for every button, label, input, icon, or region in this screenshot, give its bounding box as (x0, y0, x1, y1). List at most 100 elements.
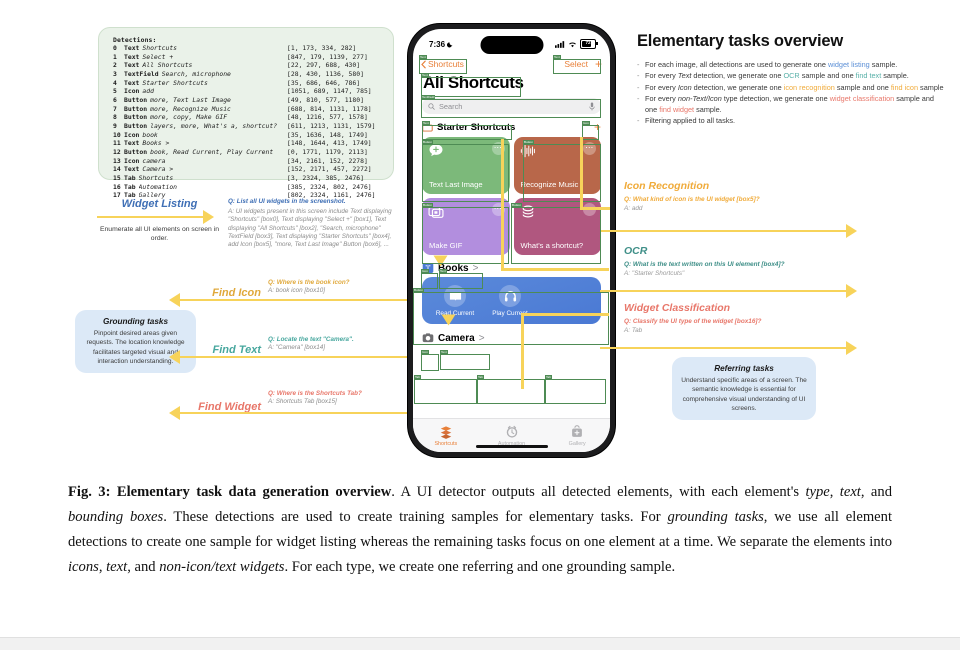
widget-classification-arrow (600, 347, 848, 349)
ocr-question: Q: What is the text written on this UI e… (624, 261, 785, 268)
ocr-block: OCR Q: What is the text written on this … (624, 245, 934, 278)
wifi-icon (569, 41, 576, 47)
detection-type: Button (124, 147, 148, 156)
detection-text: Shortcuts (138, 173, 174, 182)
detection-row: 10 Icon book [35, 1636, 148, 1749] (113, 131, 383, 140)
starter-shortcuts-title: Starter Shortcuts (437, 121, 516, 133)
detection-row: 7 Button more, Recognize Music [688, 814, 1… (113, 105, 383, 114)
tab-gallery-label: Gallery (568, 440, 586, 447)
home-indicator (475, 445, 548, 448)
overview-bullet: Filtering applied to all tasks. (637, 116, 947, 127)
detection-bbox: [22, 297, 688, 430] (287, 61, 361, 70)
detection-row: 13 Icon camera [34, 2161, 152, 2278] (113, 157, 383, 166)
chevron-left-icon (421, 60, 426, 68)
icon-recognition-question: Q: What kind of icon is the UI widget [b… (624, 196, 760, 203)
caption-it-4: grounding tasks (667, 509, 764, 525)
caption-body-4: . These detections are used to create tr… (163, 509, 668, 525)
book-icon (422, 263, 434, 273)
book-action-icon (444, 285, 466, 307)
caption-body-2: , (829, 484, 840, 500)
back-button[interactable]: Shortcuts (421, 59, 464, 69)
figure-area: Detections: 0 Text Shortcuts [1, 173, 334, … (0, 0, 960, 470)
find-text-arrow (180, 356, 415, 358)
detection-bbox: [148, 1644, 413, 1749] (287, 139, 372, 148)
detection-row: 16 Tab Automation [385, 2324, 802, 2476] (113, 183, 383, 192)
detection-index: 13 (113, 156, 121, 165)
widget-listing-block: Widget Listing Enumerate all UI elements… (97, 198, 222, 244)
widget-listing-arrow-line (97, 216, 205, 218)
books-chevron: > (472, 262, 479, 274)
tab-shortcuts[interactable]: Shortcuts (413, 419, 479, 452)
search-field[interactable]: Search (422, 98, 601, 114)
detection-type: Button (124, 113, 148, 122)
search-placeholder: Search (439, 101, 463, 111)
detection-text: camera (142, 156, 166, 165)
detection-bbox: [385, 2324, 802, 2476] (287, 182, 372, 191)
caption-it-5: icons (68, 559, 99, 575)
detection-text: Select + (142, 52, 174, 61)
detection-type: Text (124, 61, 140, 70)
microphone-icon (589, 101, 595, 110)
overview-bullet: For each image, all detections are used … (637, 60, 947, 71)
detection-index: 14 (113, 165, 121, 174)
detection-row: 14 Text Camera > [152, 2171, 457, 2272] (113, 165, 383, 174)
select-button[interactable]: Select (564, 59, 588, 69)
detection-type: Icon (124, 156, 140, 165)
detection-type: Icon (124, 87, 140, 96)
detection-text: Automation (138, 182, 178, 191)
headphones-action-icon (499, 285, 521, 307)
shortcut-card[interactable]: ⋯ Make GIF (422, 198, 510, 255)
widget-classification-arrow-head (846, 341, 857, 355)
detection-bbox: [3, 2324, 385, 2476] (287, 173, 364, 182)
overview-bullet: For every Icon detection, we generate on… (637, 83, 947, 94)
camera-icon (422, 333, 434, 343)
detection-type: Text (124, 165, 140, 174)
detection-index: 3 (113, 69, 117, 78)
detection-type: Tab (124, 173, 136, 182)
ocr-arrow-head (846, 284, 857, 298)
caption-body-6: , (98, 559, 107, 575)
route-line-vertical-c (521, 313, 524, 389)
detection-text: layers, more, What's a, shortcut? (150, 121, 278, 130)
gallery-icon (572, 424, 583, 437)
layers-icon (520, 205, 536, 224)
shortcut-card[interactable]: ⋯ Text Last Image (422, 137, 510, 194)
detection-label-16: Tab (477, 375, 484, 380)
detection-index: 9 (113, 121, 117, 130)
tab-shortcuts-label: Shortcuts (434, 440, 458, 447)
grounding-tasks-title: Grounding tasks (102, 317, 169, 326)
widget-listing-arrow-head (203, 210, 214, 224)
detection-index: 7 (113, 104, 117, 113)
detection-box-16: Tab (477, 375, 545, 404)
section-add-button[interactable]: + (594, 120, 601, 134)
detection-bbox: [48, 1216, 577, 1578] (287, 113, 368, 122)
read-current-action[interactable]: Read Current (432, 285, 478, 317)
card-more-button[interactable]: ⋯ (583, 142, 596, 155)
caption-it-1: type (805, 484, 830, 500)
widget-listing-answer: A: UI widgets present in this screen inc… (228, 208, 392, 249)
camera-header[interactable]: Camera > (413, 324, 610, 347)
detection-bbox: [34, 2161, 152, 2278] (287, 156, 368, 165)
tab-gallery[interactable]: Gallery (544, 419, 610, 452)
icon-recognition-answer: A: add (624, 204, 643, 212)
widget-listing-desc: Enumerate all UI elements on screen in o… (99, 226, 219, 243)
detection-index: 8 (113, 113, 117, 122)
detection-label-13: Icon (421, 350, 429, 355)
detection-text: Starter Shortcuts (142, 78, 208, 87)
detection-row: 9 Button layers, more, What's a, shortcut?… (113, 122, 383, 131)
caption-body-1: . A UI detector outputs all detected ele… (391, 484, 806, 500)
page-title: All Shortcuts (423, 73, 524, 92)
icon-recognition-label: Icon Recognition (624, 180, 710, 192)
shortcut-card[interactable]: ⋯ Recognize Music (513, 137, 601, 194)
caption-it-7: non-icon/text widgets (159, 559, 285, 575)
detections-panel: Detections: 0 Text Shortcuts [1, 173, 334, … (98, 27, 394, 199)
find-icon-label: Find Icon (212, 287, 261, 299)
add-shortcut-button[interactable]: + (595, 57, 602, 71)
detection-row: 5 Icon add [1051, 689, 1147, 785] (113, 87, 383, 96)
detection-type: Button (124, 104, 148, 113)
detection-index: 15 (113, 173, 121, 182)
detection-index: 4 (113, 78, 117, 87)
referring-tasks-title: Referring tasks (714, 364, 774, 373)
detections-list: 0 Text Shortcuts [1, 173, 334, 282] 1 Text Sel… (113, 44, 383, 200)
overview-bullet: For every Text detection, we generate on… (637, 71, 947, 82)
